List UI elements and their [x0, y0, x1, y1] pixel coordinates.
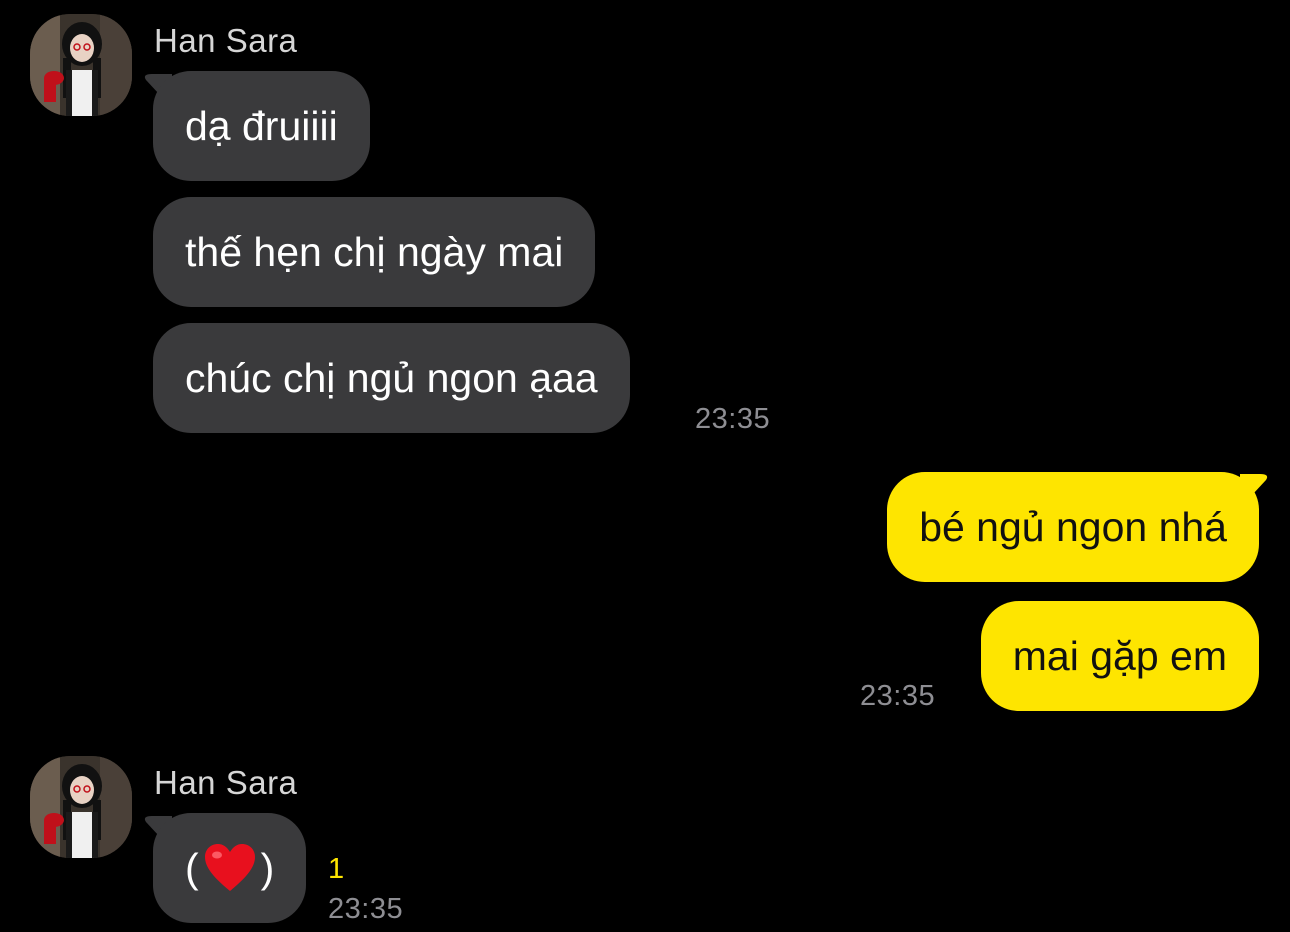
avatar[interactable]: [30, 14, 132, 116]
message-text: dạ đruiiii: [185, 102, 338, 149]
message-timestamp: 23:35: [695, 403, 771, 435]
message-text: mai gặp em: [1012, 632, 1227, 679]
incoming-message[interactable]: thế hẹn chị ngày mai: [153, 197, 596, 307]
message-text: bé ngủ ngon nhá: [919, 503, 1227, 550]
heart-icon: [204, 844, 255, 891]
reaction-close-paren: ): [260, 844, 275, 891]
message-timestamp: 23:35: [860, 680, 936, 712]
incoming-message[interactable]: ( ): [153, 813, 307, 923]
reaction-message: ( ): [185, 843, 274, 893]
message-timestamp: 23:35: [328, 893, 404, 925]
incoming-message[interactable]: dạ đruiiii: [153, 71, 370, 181]
sender-name: Han Sara: [154, 22, 298, 59]
unread-count: 1: [328, 853, 345, 885]
incoming-message[interactable]: chúc chị ngủ ngon ạaa: [153, 323, 630, 433]
outgoing-message[interactable]: mai gặp em: [980, 601, 1259, 711]
outgoing-message[interactable]: bé ngủ ngon nhá: [887, 472, 1259, 582]
message-text: thế hẹn chị ngày mai: [185, 228, 564, 275]
message-text: chúc chị ngủ ngon ạaa: [185, 354, 598, 401]
sender-name: Han Sara: [154, 764, 298, 801]
avatar[interactable]: [30, 756, 132, 858]
reaction-open-paren: (: [185, 844, 199, 891]
